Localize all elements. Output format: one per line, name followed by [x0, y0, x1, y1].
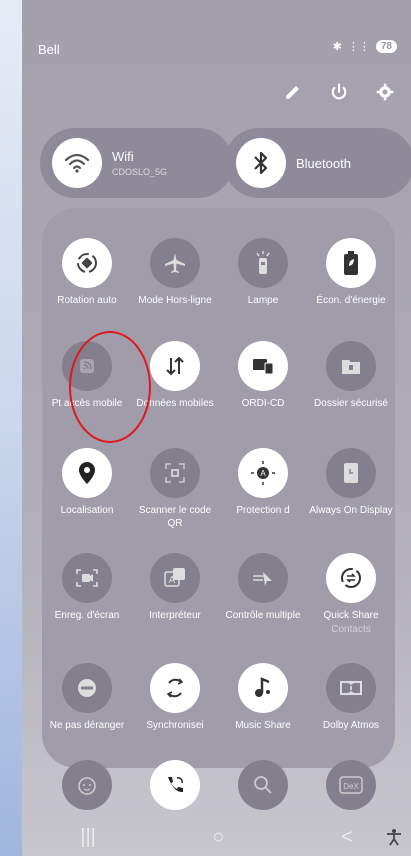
tile-eye-comfort[interactable]: A Protection d [219, 448, 307, 517]
tile-sublabel: Contacts [331, 624, 371, 635]
tile-kids[interactable] [43, 760, 131, 816]
edit-icon[interactable] [281, 80, 305, 104]
carrier-name: Bell [38, 42, 60, 57]
dex-icon: DeX [326, 760, 376, 810]
translate-icon: A [150, 553, 200, 603]
tile-label: Synchronisei [146, 720, 204, 731]
tile-ordi-cd[interactable]: ORDI-CD [219, 341, 307, 410]
svg-text:A: A [260, 469, 266, 478]
home-icon[interactable]: ○ [212, 826, 224, 849]
status-bar: Bell ✱ ⋮⋮ 78 [22, 40, 411, 60]
wifi-label: Wifi [112, 149, 134, 164]
secure-folder-icon [326, 341, 376, 391]
bluetooth-label: Bluetooth [296, 155, 351, 171]
tile-label: Enreg. d'écran [54, 610, 120, 621]
tile-airplane-mode[interactable]: Mode Hors-ligne [131, 238, 219, 307]
dex-icon-label: DeX [343, 782, 359, 791]
tile-label: Interpréteur [149, 610, 201, 621]
tile-label: Lampe [247, 295, 279, 306]
tile-always-on-display[interactable]: Always On Display [307, 448, 395, 517]
dolby-icon [326, 663, 376, 713]
tile-label: Écon. d'énergie [316, 295, 386, 306]
qr-code-icon [150, 448, 200, 498]
quick-settings-panel: Bell ✱ ⋮⋮ 78 Wifi CDOSLO_5G Bluetooth Ro… [22, 0, 411, 856]
accessibility-icon[interactable] [385, 828, 403, 852]
tile-label: Quick Share [323, 610, 379, 621]
tile-label: Music Share [235, 720, 291, 731]
top-actions [281, 80, 397, 104]
tile-search[interactable] [219, 760, 307, 816]
music-share-icon [238, 663, 288, 713]
tile-dolby-atmos[interactable]: Dolby Atmos [307, 663, 395, 732]
recent-apps-icon[interactable]: ||| [80, 826, 96, 849]
bluetooth-status-icon: ✱ [332, 41, 342, 53]
tile-sync[interactable]: Synchronisei [131, 663, 219, 732]
tile-location[interactable]: Localisation [43, 448, 131, 517]
multi-control-icon [238, 553, 288, 603]
wifi-signal-icon: ⋮⋮ [347, 41, 370, 53]
tile-qr-scanner[interactable]: Scanner le code QR [131, 448, 219, 530]
tile-screen-recorder[interactable]: Enreg. d'écran [43, 553, 131, 622]
tile-label: Mode Hors-ligne [138, 295, 212, 306]
quick-share-icon [326, 553, 376, 603]
power-icon[interactable] [327, 80, 351, 104]
tile-quick-share[interactable]: Quick Share Contacts [307, 553, 395, 635]
tile-music-share[interactable]: Music Share [219, 663, 307, 732]
airplane-icon [150, 238, 200, 288]
eye-comfort-icon: A [238, 448, 288, 498]
wifi-toggle[interactable]: Wifi CDOSLO_5G [40, 128, 233, 198]
kids-face-icon [62, 760, 112, 810]
battery-saver-icon [326, 238, 376, 288]
bluetooth-toggle[interactable]: Bluetooth [224, 128, 411, 198]
screen-record-icon [62, 553, 112, 603]
mobile-data-icon [150, 341, 200, 391]
status-icons: ✱ ⋮⋮ 78 [333, 40, 397, 53]
settings-gear-icon[interactable] [373, 80, 397, 104]
tile-label: Protection d [236, 505, 290, 516]
sync-icon [150, 663, 200, 713]
navigation-bar: ||| ○ < [22, 818, 411, 856]
bluetooth-icon [236, 138, 286, 188]
computer-link-icon [238, 341, 288, 391]
tile-rotation-auto[interactable]: Rotation auto [43, 238, 131, 307]
phone-sync-icon [150, 760, 200, 810]
tile-multi-control[interactable]: Contrôle multiple [219, 553, 307, 622]
wifi-icon [52, 138, 102, 188]
tile-label: Dossier sécurisé [314, 398, 388, 409]
tile-label: Ne pas déranger [49, 720, 125, 731]
tile-flashlight[interactable]: Lampe [219, 238, 307, 307]
rotation-icon [62, 238, 112, 288]
tile-label: Rotation auto [57, 295, 117, 306]
tile-label: Dolby Atmos [322, 720, 380, 731]
tile-label: Scanner le code QR [138, 505, 212, 529]
tile-secure-folder[interactable]: Dossier sécurisé [307, 341, 395, 410]
battery-badge: 78 [375, 40, 397, 53]
tile-interpreter[interactable]: A Interpréteur [131, 553, 219, 622]
tile-dex[interactable]: DeX [307, 760, 395, 810]
tile-label: Contrôle multiple [225, 610, 301, 621]
tile-label: Always On Display [309, 505, 393, 516]
tile-call-sync[interactable] [131, 760, 219, 816]
wifi-network-name: CDOSLO_5G [112, 167, 168, 177]
always-on-display-icon [326, 448, 376, 498]
tile-label: ORDI-CD [241, 398, 285, 409]
location-pin-icon [62, 448, 112, 498]
annotation-circle [69, 331, 151, 443]
tile-power-saving[interactable]: Écon. d'énergie [307, 238, 395, 307]
flashlight-icon [238, 238, 288, 288]
tile-label: Localisation [60, 505, 114, 516]
back-icon[interactable]: < [341, 826, 353, 849]
search-icon [238, 760, 288, 810]
tile-do-not-disturb[interactable]: Ne pas déranger [43, 663, 131, 732]
toggle-grid-panel: Rotation auto Mode Hors-ligne Lampe Écon… [42, 208, 395, 810]
do-not-disturb-icon [62, 663, 112, 713]
